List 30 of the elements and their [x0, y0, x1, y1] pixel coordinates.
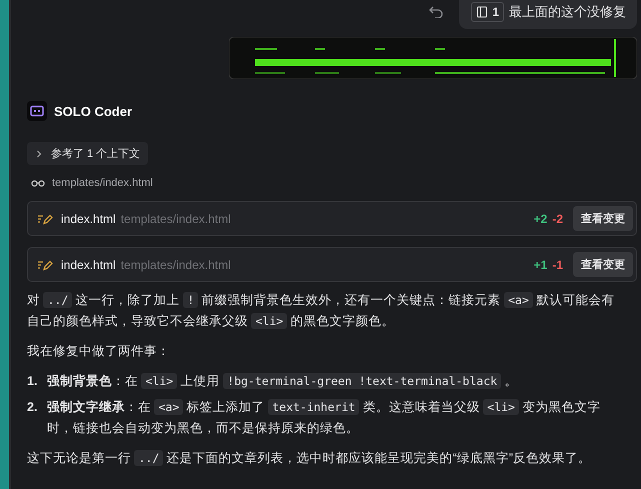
- list-item-text: 强制背景色：在 <li> 上使用 !bg-terminal-green !text-terminal-black 。: [47, 372, 518, 391]
- robot-icon: [27, 101, 47, 121]
- added-count: +2: [534, 212, 548, 226]
- document-icon: [476, 6, 488, 18]
- context-count-badge[interactable]: 1: [471, 2, 504, 22]
- file-name: index.html: [61, 212, 116, 226]
- agent-name: SOLO Coder: [54, 104, 132, 118]
- file-path: templates/index.html: [120, 212, 231, 226]
- paragraph: 我在修复中做了两件事：: [27, 343, 171, 360]
- context-toggle[interactable]: 参考了 1 个上下文: [27, 142, 148, 165]
- undo-icon[interactable]: [429, 6, 444, 18]
- glasses-icon: [31, 179, 45, 187]
- list-number: 2.: [27, 399, 38, 416]
- chevron-icon: [35, 150, 43, 158]
- file-path[interactable]: templates/index.html: [52, 177, 153, 189]
- file-name: index.html: [61, 258, 116, 272]
- list-number: 1.: [27, 373, 38, 390]
- context-count: 1: [492, 5, 499, 19]
- added-count: +1: [534, 258, 548, 272]
- paragraph: 这下无论是第一行 ../ 还是下面的文章列表，选中时都应该能呈现完美的“绿底黑字”反色效果了。: [27, 449, 592, 468]
- list-item-text: 强制文字继承：在 <a> 标签上添加了 text-inherit 类。这意味着当父级 <li> 变为黑色文字时，链接也会自动变为黑色，而不是保持原来的绿色。: [47, 398, 602, 437]
- view-changes-button[interactable]: 查看变更: [573, 252, 633, 277]
- edit-icon: [37, 258, 53, 270]
- file-path: templates/index.html: [120, 258, 231, 272]
- removed-count: -1: [552, 258, 563, 272]
- removed-count: -2: [552, 212, 563, 226]
- message-text: 最上面的这个没修复: [509, 3, 626, 21]
- edit-icon: [37, 212, 53, 224]
- view-changes-button[interactable]: 查看变更: [573, 206, 633, 231]
- paragraph: 对 ../ 这一行，除了加上 ! 前缀强制背景色生效外，还有一个关键点：链接元素 <a> 默认可能会有自己的颜色样式，导致它不会继承父级 <li> 的黑色文字颜色。: [27, 291, 616, 331]
